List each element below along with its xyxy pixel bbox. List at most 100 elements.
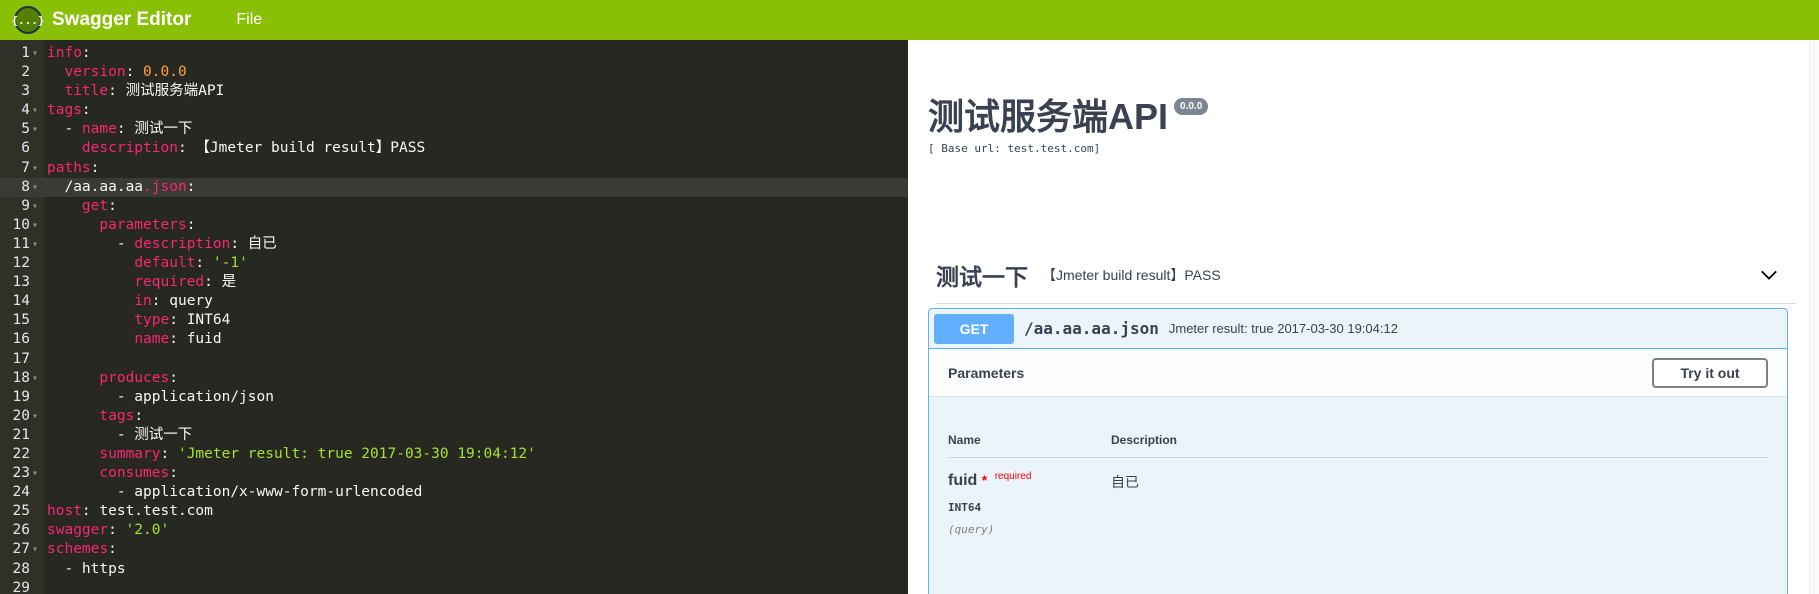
line-text: - application/json [116,388,274,405]
fold-toggle-icon[interactable]: ▾ [32,120,38,139]
code-line[interactable]: 9 ▾ get: [0,197,908,216]
fold-toggle-icon[interactable]: ▾ [32,235,38,254]
code-line[interactable]: 18 ▾ produces: [0,369,908,388]
line-text: name: fuid [134,331,222,348]
line-number: 9 [21,197,30,214]
code-line[interactable]: 16 name: fuid [0,330,908,349]
logo[interactable]: {...} Swagger Editor [11,6,192,34]
code-line[interactable]: 20 ▾ tags: [0,407,908,426]
operation-path: /aa.aa.aa.json [1024,319,1159,338]
code-line[interactable]: 13 required: 是 [0,273,908,292]
line-number: 17 [12,350,30,367]
line-text: consumes: [99,465,178,482]
code-line[interactable]: 19 - application/json [0,388,908,407]
line-text: tags: [47,102,91,119]
code-line[interactable]: 2 version: 0.0.0 [0,63,908,82]
line-number: 24 [12,484,30,501]
parameter-name: fuid * required [948,471,1031,490]
fold-toggle-icon[interactable]: ▾ [32,540,38,559]
line-number: 11 [12,235,30,252]
http-method-badge: GET [934,313,1014,344]
line-text: in: query [134,293,213,310]
code-line[interactable]: 29 [0,579,908,594]
preview-scrollbar[interactable] [1809,40,1819,594]
code-line[interactable]: 10 ▾ parameters: [0,216,908,235]
line-number: 8 [21,178,30,195]
line-number: 6 [21,140,30,157]
code-line[interactable]: 25 host: test.test.com [0,502,908,521]
line-number: 18 [12,369,30,386]
code-line[interactable]: 7 ▾ paths: [0,159,908,178]
code-line[interactable]: 28 - https [0,560,908,579]
line-number: 27 [12,541,30,558]
code-line[interactable]: 11 ▾ - description: 自已 [0,235,908,254]
code-line[interactable]: 4 ▾ tags: [0,101,908,120]
version-badge: 0.0.0 [1174,97,1209,115]
fold-toggle-icon[interactable]: ▾ [32,369,38,388]
fold-toggle-icon[interactable]: ▾ [32,178,38,197]
top-bar: {...} Swagger Editor File [0,0,1819,40]
column-description-header: Description [1111,433,1178,447]
code-line[interactable]: 5 ▾ - name: 测试一下 [0,120,908,139]
line-text: host: test.test.com [47,503,213,520]
fold-toggle-icon[interactable]: ▾ [32,101,38,120]
code-line[interactable]: 1 ▾ info: [0,44,908,63]
tag-name: 测试一下 [936,263,1028,290]
line-text: - https [64,560,126,577]
line-number: 15 [12,312,30,329]
line-text: type: INT64 [134,312,231,329]
code-line[interactable]: 27 ▾ schemes: [0,540,908,559]
code-line[interactable]: 14 in: query [0,292,908,311]
fold-toggle-icon[interactable]: ▾ [32,216,38,235]
line-number: 22 [12,445,30,462]
line-number: 21 [12,426,30,443]
code-line[interactable]: 6 description: 【Jmeter build result】PASS [0,139,908,158]
line-text: get: [81,197,117,214]
tag-section-header[interactable]: 测试一下 【Jmeter build result】PASS [936,246,1796,304]
line-number: 5 [21,121,30,138]
operation-summary[interactable]: GET /aa.aa.aa.json Jmeter result: true 2… [929,309,1787,349]
parameter-location: (query) [948,523,995,536]
code-line[interactable]: 21 - 测试一下 [0,426,908,445]
yaml-editor[interactable]: 1 ▾ info: 2 version: 0.0.0 3 title: 测试服务端API… [0,40,908,594]
line-text: produces: [99,369,178,386]
required-star: * [981,472,988,488]
code-line[interactable]: 3 title: 测试服务端API [0,82,908,101]
line-text: summary: 'Jmeter result: true 2017-03-30… [99,445,536,462]
code-line[interactable]: 23 ▾ consumes: [0,464,908,483]
fold-toggle-icon[interactable]: ▾ [32,407,38,426]
file-menu[interactable]: File [236,11,262,29]
code-line[interactable]: 22 summary: 'Jmeter result: true 2017-03… [0,445,908,464]
code-line[interactable]: 12 default: '-1' [0,254,908,273]
line-text: - application/x-www-form-urlencoded [116,484,423,501]
line-number: 19 [12,388,30,405]
code-line[interactable]: 8 ▾ /aa.aa.aa.json: [0,177,908,197]
line-text: tags: [99,407,144,424]
code-area[interactable]: 1 ▾ info: 2 version: 0.0.0 3 title: 测试服务端API… [0,44,908,594]
code-line[interactable]: 15 type: INT64 [0,311,908,330]
fold-toggle-icon[interactable]: ▾ [32,44,38,63]
line-number: 2 [21,64,30,81]
fold-toggle-icon[interactable]: ▾ [32,159,38,178]
fold-toggle-icon[interactable]: ▾ [32,464,38,483]
line-text: required: 是 [134,274,237,291]
line-number: 3 [21,83,30,100]
tag-description: 【Jmeter build result】PASS [1042,266,1221,283]
code-line[interactable]: 24 - application/x-www-form-urlencoded [0,483,908,502]
code-line[interactable]: 17 [0,350,908,369]
try-it-out-button[interactable]: Try it out [1652,358,1768,388]
chevron-down-icon[interactable] [1760,266,1778,284]
base-url: [ Base url: test.test.com] [928,142,1101,155]
line-text: - description: 自已 [116,235,277,252]
line-number: 13 [12,274,30,291]
api-title-text: 测试服务端API [928,96,1169,137]
parameter-description: 自已 [1111,474,1139,490]
parameters-label: Parameters [948,364,1025,381]
line-text: - 测试一下 [116,426,193,443]
app-title: Swagger Editor [52,9,192,30]
line-number: 20 [12,407,30,424]
fold-toggle-icon[interactable]: ▾ [32,197,38,216]
line-text: parameters: [99,216,196,233]
line-number: 4 [21,102,30,119]
code-line[interactable]: 26 swagger: '2.0' [0,521,908,540]
